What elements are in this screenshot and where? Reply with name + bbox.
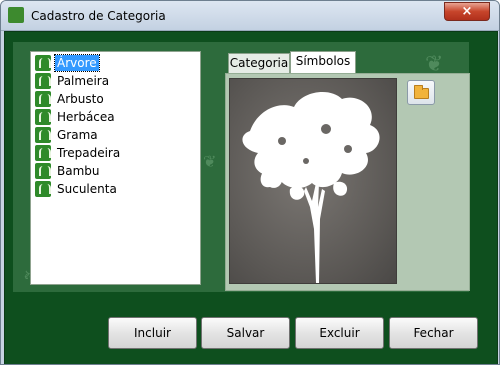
tab-categoria[interactable]: Categoria: [228, 53, 290, 73]
list-item-herbacea[interactable]: Herbácea: [33, 108, 198, 126]
tab-simbolos[interactable]: Símbolos: [290, 51, 356, 73]
window-title: Cadastro de Categoria: [31, 9, 166, 23]
list-item-label: Grama: [57, 128, 98, 142]
shrub-icon: [35, 91, 51, 107]
category-list[interactable]: Árvore Palmeira Arbusto Herbácea Grama T…: [30, 51, 201, 285]
list-item-suculenta[interactable]: Suculenta: [33, 180, 198, 198]
palm-icon: [35, 73, 51, 89]
bamboo-icon: [35, 163, 51, 179]
herbaceous-icon: [35, 109, 51, 125]
list-item-label: Herbácea: [57, 110, 115, 124]
climber-icon: [35, 145, 51, 161]
symbol-preview: [229, 78, 397, 284]
list-item-palmeira[interactable]: Palmeira: [33, 72, 198, 90]
tree-silhouette-icon: [242, 92, 380, 283]
symbols-tab-content: [225, 73, 470, 291]
list-item-label: Suculenta: [57, 182, 117, 196]
tree-icon: [35, 55, 51, 71]
save-button[interactable]: Salvar: [201, 317, 290, 349]
dialog-window: Cadastro de Categoria × ❦ ❧ ❧ ❦ Árvore P…: [0, 0, 500, 365]
list-item-label: Arbusto: [57, 92, 104, 106]
title-bar[interactable]: Cadastro de Categoria ×: [1, 1, 499, 31]
close-window-button[interactable]: ×: [444, 2, 490, 21]
include-button[interactable]: Incluir: [108, 317, 197, 349]
list-item-label: Bambu: [57, 164, 100, 178]
folder-icon: [414, 85, 429, 99]
list-item-bambu[interactable]: Bambu: [33, 162, 198, 180]
close-button[interactable]: Fechar: [389, 317, 478, 349]
list-item-grama[interactable]: Grama: [33, 126, 198, 144]
wrench-icon: [8, 7, 24, 23]
open-folder-button[interactable]: [407, 80, 435, 105]
list-item-label: Árvore: [54, 54, 100, 72]
list-item-label: Trepadeira: [57, 146, 121, 160]
list-item-arvore[interactable]: Árvore: [33, 54, 198, 72]
leaf-decoration-icon: ❦: [203, 152, 217, 171]
list-item-trepadeira[interactable]: Trepadeira: [33, 144, 198, 162]
delete-button[interactable]: Excluir: [295, 317, 384, 349]
list-item-label: Palmeira: [57, 74, 110, 88]
grass-icon: [35, 127, 51, 143]
succulent-icon: [35, 181, 51, 197]
list-item-arbusto[interactable]: Arbusto: [33, 90, 198, 108]
